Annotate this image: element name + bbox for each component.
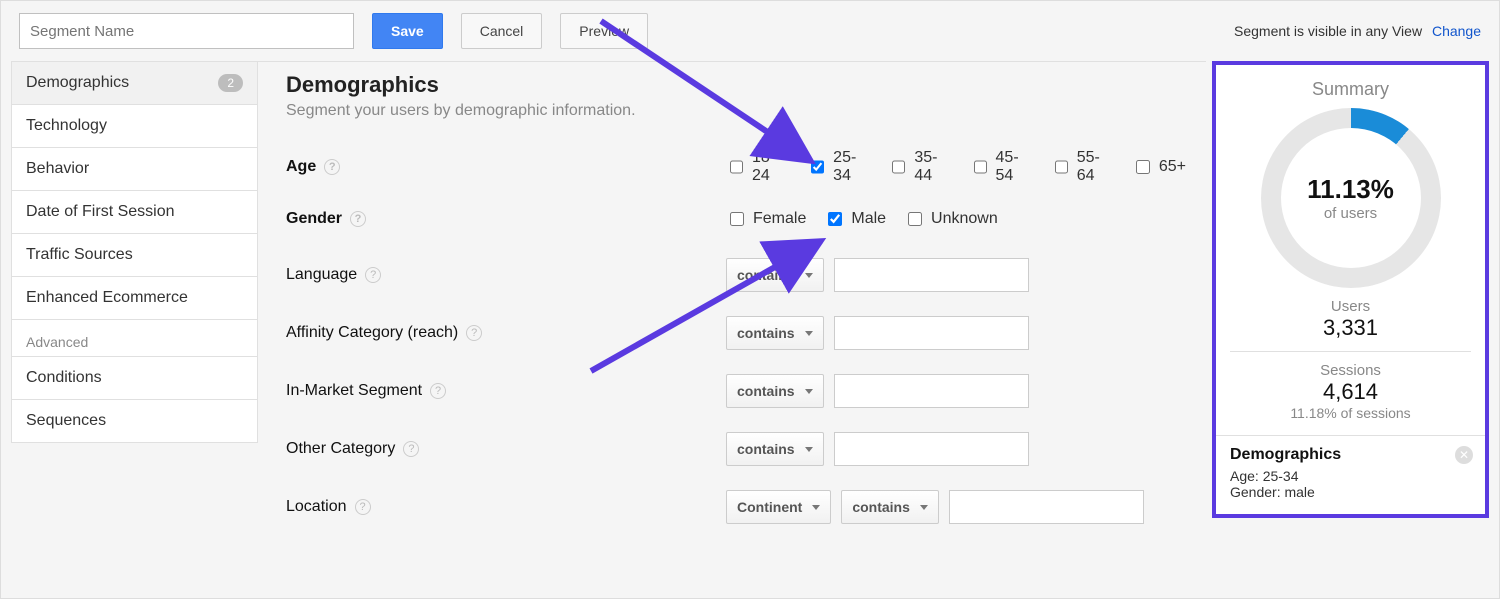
filter-age: Age: 25-34 — [1230, 468, 1471, 484]
sidebar-badge: 2 — [218, 74, 243, 92]
language-label: Language — [286, 266, 357, 284]
location-label: Location — [286, 498, 347, 516]
users-value: 3,331 — [1230, 315, 1471, 341]
location-scope-select[interactable]: Continent — [726, 490, 831, 524]
caret-down-icon — [812, 505, 820, 510]
caret-down-icon — [805, 273, 813, 278]
summary-filter-card: ✕ Demographics Age: 25-34 Gender: male — [1216, 435, 1485, 514]
row-age: Age? 18-24 25-34 35-44 45-54 55-64 65+ — [286, 148, 1186, 186]
location-op-select[interactable]: contains — [841, 490, 939, 524]
help-icon[interactable]: ? — [430, 383, 446, 399]
panel-subtitle: Segment your users by demographic inform… — [286, 102, 1186, 120]
preview-button[interactable]: Preview — [560, 13, 648, 49]
sidebar-item-first-session[interactable]: Date of First Session — [12, 191, 257, 234]
row-other: Other Category? contains — [286, 428, 1186, 470]
age-25-34[interactable]: 25-34 — [807, 149, 870, 185]
affinity-label: Affinity Category (reach) — [286, 324, 458, 342]
caret-down-icon — [805, 447, 813, 452]
segment-visibility-text: Segment is visible in any View Change — [1234, 23, 1481, 39]
filter-title: Demographics — [1230, 446, 1471, 464]
row-affinity: Affinity Category (reach)? contains — [286, 312, 1186, 354]
summary-title: Summary — [1230, 79, 1471, 100]
sidebar-item-demographics[interactable]: Demographics 2 — [12, 62, 257, 105]
summary-of-users: of users — [1324, 205, 1377, 222]
sidebar-item-sequences[interactable]: Sequences — [12, 400, 257, 442]
language-input[interactable] — [834, 258, 1029, 292]
inmarket-input[interactable] — [834, 374, 1029, 408]
row-inmarket: In-Market Segment? contains — [286, 370, 1186, 412]
sidebar-item-technology[interactable]: Technology — [12, 105, 257, 148]
summary-panel: Summary 11.13% of users Users 3,331 Sess… — [1212, 61, 1489, 518]
sidebar-item-enhanced-ecommerce[interactable]: Enhanced Ecommerce — [12, 277, 257, 320]
sidebar: Demographics 2 Technology Behavior Date … — [11, 61, 258, 443]
main-panel: Demographics Segment your users by demog… — [258, 61, 1206, 544]
cancel-button[interactable]: Cancel — [461, 13, 543, 49]
affinity-input[interactable] — [834, 316, 1029, 350]
sidebar-item-traffic-sources[interactable]: Traffic Sources — [12, 234, 257, 277]
inmarket-op-select[interactable]: contains — [726, 374, 824, 408]
save-button[interactable]: Save — [372, 13, 443, 49]
visibility-label: Segment is visible in any View — [1234, 23, 1422, 39]
summary-percent: 11.13% — [1307, 174, 1394, 205]
other-input[interactable] — [834, 432, 1029, 466]
age-45-54[interactable]: 45-54 — [970, 149, 1033, 185]
close-icon[interactable]: ✕ — [1455, 446, 1473, 464]
sidebar-item-label: Sequences — [26, 412, 106, 430]
sidebar-item-label: Behavior — [26, 160, 89, 178]
gender-label: Gender — [286, 210, 342, 228]
sidebar-group-advanced: Advanced — [12, 320, 257, 357]
help-icon[interactable]: ? — [324, 159, 340, 175]
age-label: Age — [286, 158, 316, 176]
users-label: Users — [1230, 298, 1471, 315]
row-language: Language? contains — [286, 254, 1186, 296]
help-icon[interactable]: ? — [466, 325, 482, 341]
age-18-24[interactable]: 18-24 — [726, 149, 789, 185]
header-row: Save Cancel Preview Segment is visible i… — [11, 13, 1489, 61]
sessions-pct: 11.18% of sessions — [1230, 405, 1471, 421]
sidebar-item-label: Traffic Sources — [26, 246, 133, 264]
sessions-label: Sessions — [1230, 362, 1471, 379]
age-65plus[interactable]: 65+ — [1132, 157, 1186, 177]
change-link[interactable]: Change — [1432, 23, 1481, 39]
gender-male[interactable]: Male — [824, 209, 886, 229]
age-35-44[interactable]: 35-44 — [888, 149, 951, 185]
sessions-value: 4,614 — [1230, 379, 1471, 405]
sidebar-item-label: Technology — [26, 117, 107, 135]
gender-female[interactable]: Female — [726, 209, 806, 229]
gender-unknown[interactable]: Unknown — [904, 209, 998, 229]
panel-title: Demographics — [286, 72, 1186, 98]
row-gender: Gender? Female Male Unknown — [286, 200, 1186, 238]
sidebar-item-label: Demographics — [26, 74, 129, 92]
segment-name-input[interactable] — [19, 13, 354, 49]
sidebar-item-label: Enhanced Ecommerce — [26, 289, 188, 307]
help-icon[interactable]: ? — [355, 499, 371, 515]
caret-down-icon — [805, 331, 813, 336]
language-op-select[interactable]: contains — [726, 258, 824, 292]
sidebar-item-behavior[interactable]: Behavior — [12, 148, 257, 191]
help-icon[interactable]: ? — [365, 267, 381, 283]
sidebar-item-label: Conditions — [26, 369, 102, 387]
caret-down-icon — [920, 505, 928, 510]
other-op-select[interactable]: contains — [726, 432, 824, 466]
summary-donut: 11.13% of users — [1261, 108, 1441, 288]
age-55-64[interactable]: 55-64 — [1051, 149, 1114, 185]
row-location: Location? Continent contains — [286, 486, 1186, 528]
other-label: Other Category — [286, 440, 395, 458]
caret-down-icon — [805, 389, 813, 394]
affinity-op-select[interactable]: contains — [726, 316, 824, 350]
inmarket-label: In-Market Segment — [286, 382, 422, 400]
filter-gender: Gender: male — [1230, 484, 1471, 500]
sidebar-item-label: Date of First Session — [26, 203, 175, 221]
sidebar-item-conditions[interactable]: Conditions — [12, 357, 257, 400]
location-input[interactable] — [949, 490, 1144, 524]
help-icon[interactable]: ? — [350, 211, 366, 227]
help-icon[interactable]: ? — [403, 441, 419, 457]
